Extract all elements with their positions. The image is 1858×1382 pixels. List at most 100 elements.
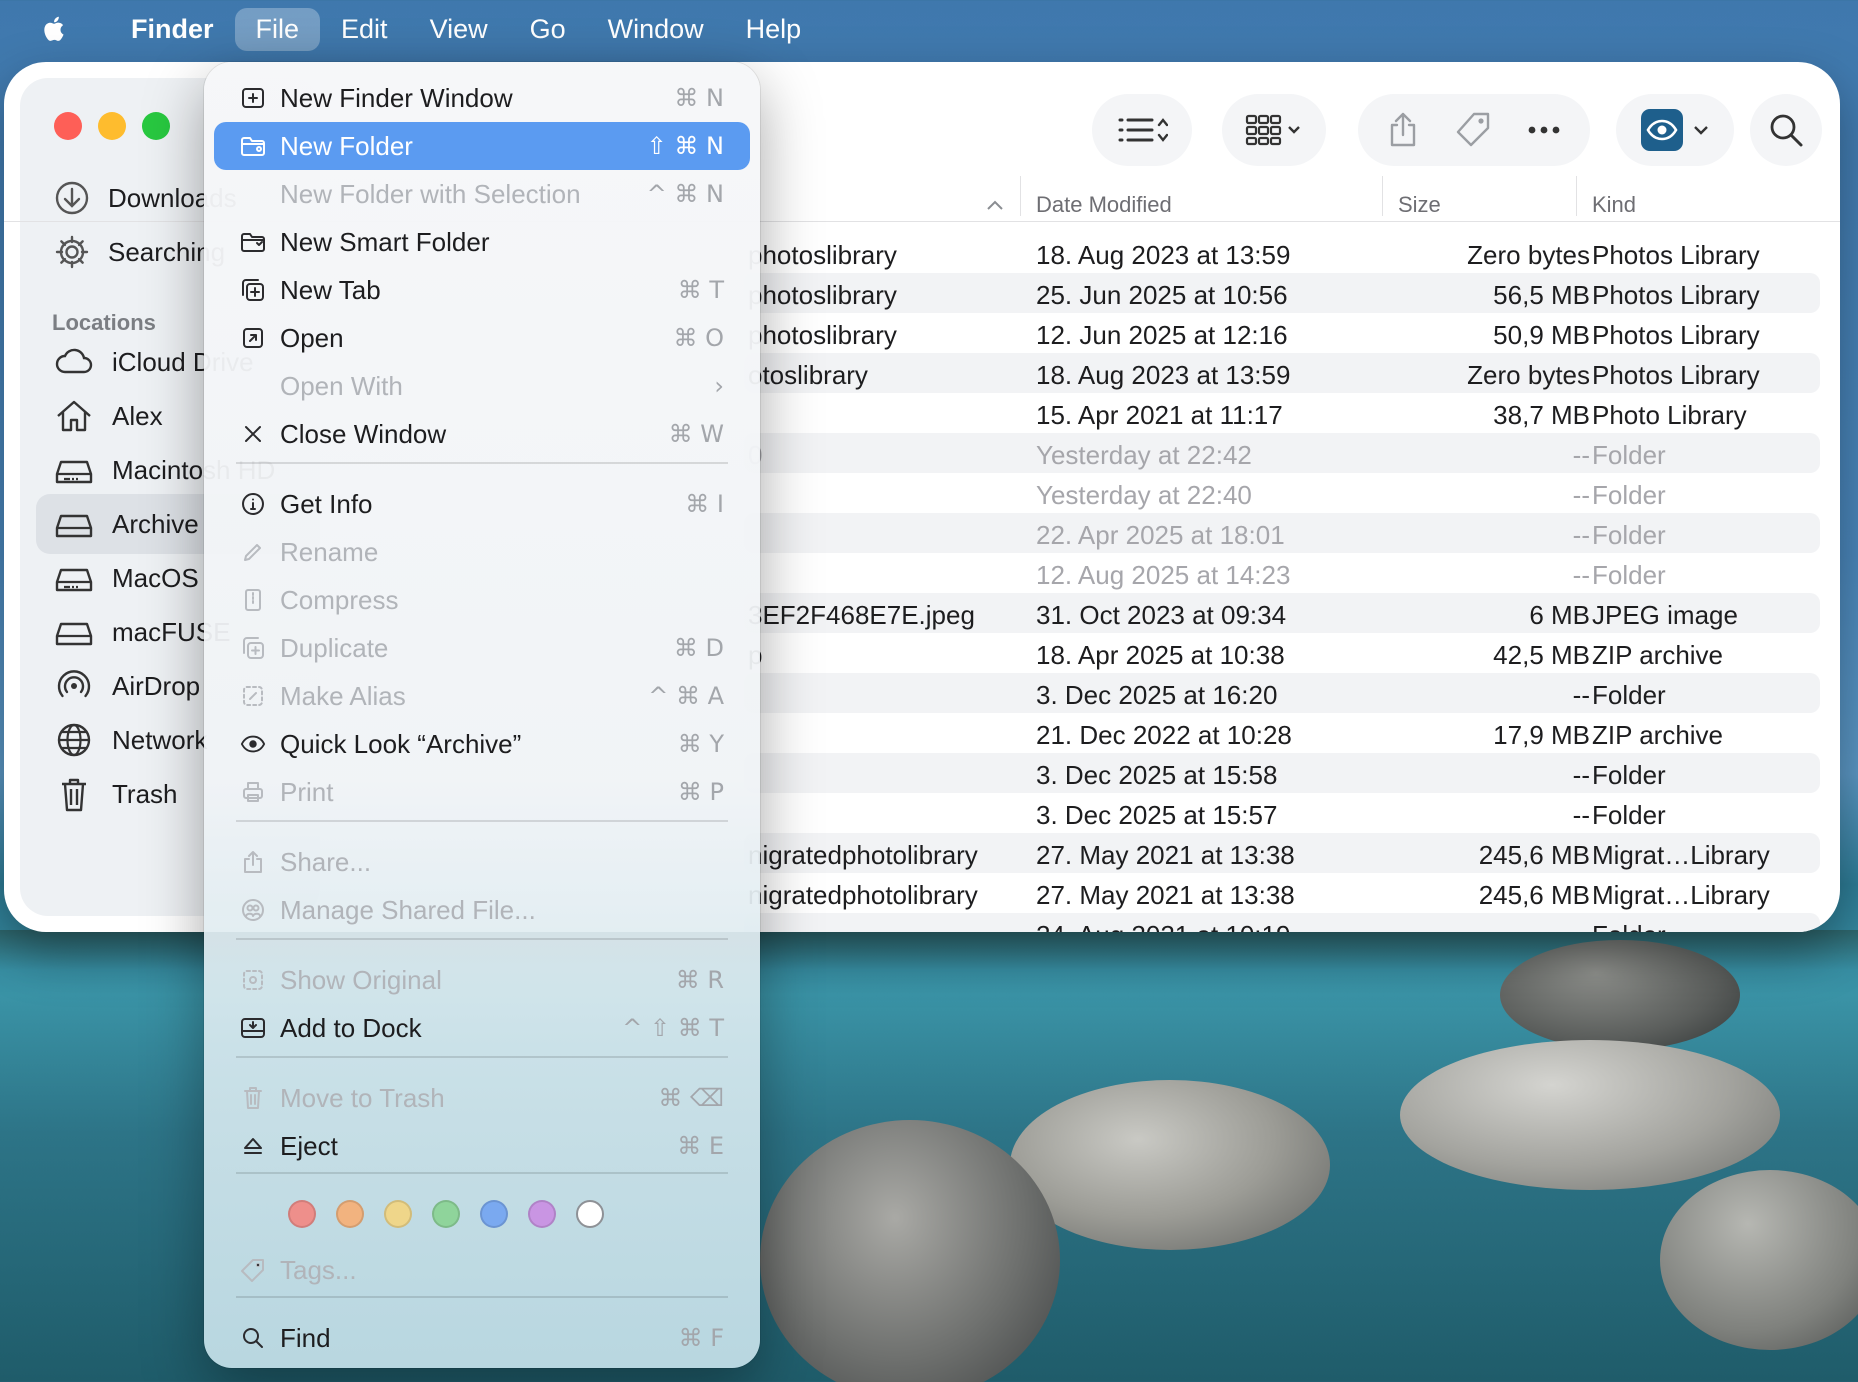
file-size: 38,7 MB xyxy=(1493,400,1590,430)
menu-item-show-original[interactable]: Show Original ⌘ R xyxy=(214,956,750,1004)
menu-window[interactable]: Window xyxy=(587,8,725,51)
menu-item-get-info[interactable]: Get Info ⌘ I xyxy=(214,480,750,528)
menu-separator xyxy=(236,938,728,940)
menu-item-shortcut: ⌘ N xyxy=(674,84,724,112)
more-icon[interactable] xyxy=(1527,125,1561,135)
menu-item-shortcut: ⌘ E xyxy=(677,1132,724,1160)
menu-item-shortcut: ⌘ T xyxy=(677,276,724,304)
file-size: -- xyxy=(1572,520,1590,550)
menu-item-label: Close Window xyxy=(280,418,447,449)
menu-help[interactable]: Help xyxy=(725,8,823,51)
zoom-window-button[interactable] xyxy=(142,112,170,140)
menu-separator xyxy=(236,820,728,822)
file-kind: Photos Library xyxy=(1592,320,1760,350)
new-window-icon xyxy=(240,85,266,111)
view-mode-button[interactable] xyxy=(1092,94,1192,166)
menu-item-share[interactable]: Share... xyxy=(214,838,750,886)
menu-item-duplicate[interactable]: Duplicate ⌘ D xyxy=(214,624,750,672)
search-icon xyxy=(240,1325,266,1351)
menu-item-new-finder-window[interactable]: New Finder Window ⌘ N xyxy=(214,74,750,122)
menu-file[interactable]: File xyxy=(234,7,321,51)
file-kind: Folder xyxy=(1592,440,1666,470)
menu-item-new-folder-with-selection[interactable]: New Folder with Selection ^ ⌘ N xyxy=(214,170,750,218)
download-icon xyxy=(55,181,89,215)
file-name: photoslibrary xyxy=(748,240,897,270)
menu-go[interactable]: Go xyxy=(509,8,587,51)
menu-edit[interactable]: Edit xyxy=(320,8,409,51)
column-date-modified[interactable]: Date Modified xyxy=(1036,172,1172,238)
file-date-modified: 12. Aug 2025 at 14:23 xyxy=(1036,560,1291,590)
search-button[interactable] xyxy=(1750,94,1822,166)
file-size: Zero bytes xyxy=(1467,240,1590,270)
menu-item-find[interactable]: Find ⌘ F xyxy=(214,1314,750,1362)
file-date-modified: 3. Dec 2025 at 16:20 xyxy=(1036,680,1278,710)
close-window-button[interactable] xyxy=(54,112,82,140)
file-size: -- xyxy=(1572,800,1590,830)
menu-item-quick-look-archive[interactable]: Quick Look “Archive” ⌘ Y xyxy=(214,720,750,768)
apple-icon[interactable] xyxy=(0,13,110,45)
file-date-modified: 18. Aug 2023 at 13:59 xyxy=(1036,360,1291,390)
menu-item-make-alias[interactable]: Make Alias ^ ⌘ A xyxy=(214,672,750,720)
share-icon[interactable] xyxy=(1387,111,1419,149)
group-button[interactable] xyxy=(1222,94,1326,166)
column-size[interactable]: Size xyxy=(1398,172,1441,238)
menu-item-new-smart-folder[interactable]: New Smart Folder xyxy=(214,218,750,266)
tag-icon xyxy=(240,1257,266,1283)
menu-item-move-to-trash[interactable]: Move to Trash ⌘ ⌫ xyxy=(214,1074,750,1122)
menu-separator xyxy=(236,462,728,464)
rock-image xyxy=(1010,1080,1330,1250)
menu-item-label: Share... xyxy=(280,846,372,877)
menu-item-compress[interactable]: Compress xyxy=(214,576,750,624)
file-kind: Photos Library xyxy=(1592,280,1760,310)
file-menu: New Finder Window ⌘ N New Folder ⇧ ⌘ N New F… xyxy=(204,62,760,1368)
menu-item-tags[interactable]: Tags... xyxy=(214,1246,750,1294)
window-controls xyxy=(54,112,170,140)
new-tab-icon xyxy=(240,277,266,303)
file-kind: Folder xyxy=(1592,680,1666,710)
menu-bar: Finder File Edit View Go Window Help xyxy=(0,0,1858,58)
menu-item-new-tab[interactable]: New Tab ⌘ T xyxy=(214,266,750,314)
file-date-modified: 12. Jun 2025 at 12:16 xyxy=(1036,320,1288,350)
file-name: photoslibrary xyxy=(748,280,897,310)
tag-color-dot[interactable] xyxy=(336,1200,364,1228)
tag-color-dot[interactable] xyxy=(480,1200,508,1228)
tag-color-dot[interactable] xyxy=(384,1200,412,1228)
tag-color-dot[interactable] xyxy=(528,1200,556,1228)
tag-color-dot[interactable] xyxy=(432,1200,460,1228)
menu-item-shortcut: ⌘ Y xyxy=(677,730,724,758)
menu-item-eject[interactable]: Eject ⌘ E xyxy=(214,1122,750,1170)
open-icon xyxy=(240,325,266,351)
menu-item-add-to-dock[interactable]: Add to Dock ^ ⇧ ⌘ T xyxy=(214,1004,750,1052)
minimize-window-button[interactable] xyxy=(98,112,126,140)
file-name: nigratedphotolibrary xyxy=(748,880,978,910)
file-size: -- xyxy=(1572,680,1590,710)
menu-finder[interactable]: Finder xyxy=(110,8,235,51)
menu-item-print[interactable]: Print ⌘ P xyxy=(214,768,750,816)
file-size: -- xyxy=(1572,560,1590,590)
tag-color-dot[interactable] xyxy=(288,1200,316,1228)
menu-item-rename[interactable]: Rename xyxy=(214,528,750,576)
menu-item-close-window[interactable]: Close Window ⌘ W xyxy=(214,410,750,458)
tag-icon[interactable] xyxy=(1453,110,1493,150)
menu-item-label: New Folder with Selection xyxy=(280,178,581,209)
menu-item-label: Get Info xyxy=(280,488,373,519)
tag-color-dot[interactable] xyxy=(576,1200,604,1228)
menu-item-label: Duplicate xyxy=(280,632,389,663)
file-kind: Photos Library xyxy=(1592,240,1760,270)
menu-separator xyxy=(236,1056,728,1058)
menu-item-new-folder[interactable]: New Folder ⇧ ⌘ N xyxy=(214,122,750,170)
menu-item-open[interactable]: Open ⌘ O xyxy=(214,314,750,362)
menu-item-shortcut: ⌘ P xyxy=(677,778,724,806)
menu-item-label: New Tab xyxy=(280,274,381,305)
menu-item-open-with[interactable]: Open With › xyxy=(214,362,750,410)
menu-item-label: Open With xyxy=(280,370,403,401)
file-size: -- xyxy=(1572,480,1590,510)
quick-look-button[interactable] xyxy=(1616,94,1734,166)
sort-ascending-icon[interactable] xyxy=(986,172,1004,238)
column-kind[interactable]: Kind xyxy=(1592,172,1636,238)
menu-item-shortcut: ⌘ I xyxy=(685,490,724,518)
menu-item-label: Compress xyxy=(280,584,399,615)
menu-item-manage-shared-file[interactable]: Manage Shared File... xyxy=(214,886,750,934)
file-date-modified: 25. Jun 2025 at 10:56 xyxy=(1036,280,1288,310)
menu-view[interactable]: View xyxy=(409,8,509,51)
